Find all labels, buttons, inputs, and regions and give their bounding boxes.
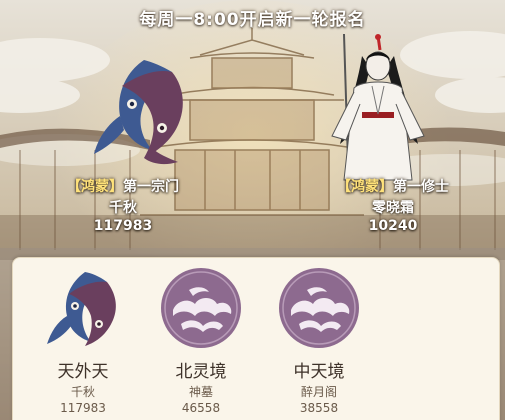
realm-leader: 醉月阁: [300, 385, 337, 399]
top-cultivator-champion[interactable]: 【鸿蒙】第一修士 零晓霜 10240: [318, 178, 468, 235]
realm-ranking-panel: 天外天 千秋 117983 北灵境 神墓 46558 中天境 醉月阁 38558: [12, 257, 500, 420]
rank-title: 第一修士: [393, 179, 449, 195]
realm-leader: 神墓: [188, 385, 213, 399]
realm-score: 117983: [60, 401, 106, 415]
top-sect-score: 117983: [93, 218, 153, 234]
realm-leader: 千秋: [70, 385, 95, 399]
realm-name: 天外天: [57, 362, 109, 382]
top-sect-champion[interactable]: 【鸿蒙】第一宗门 千秋 117983: [48, 178, 198, 235]
top-cultivator-score: 10240: [368, 218, 418, 234]
realm-score: 38558: [299, 401, 339, 415]
registration-notice: 每周一8:00开启新一轮报名: [139, 9, 366, 30]
realm-card[interactable]: 北灵境 神墓 46558: [151, 266, 251, 415]
cloud-seal-icon: [279, 268, 359, 348]
top-cultivator-title: 【鸿蒙】第一修士: [318, 178, 468, 196]
cloud-seal-icon: [161, 268, 241, 348]
realm-score: 46558: [181, 401, 221, 415]
cultivator-portrait: [331, 33, 425, 181]
top-sect-title: 【鸿蒙】第一宗门: [48, 178, 198, 196]
realm-name: 北灵境: [175, 362, 227, 382]
koi-fish-icon: [94, 60, 183, 165]
realm-name: 中天境: [293, 362, 345, 382]
tournament-screen: 每周一8:00开启新一轮报名 【鸿蒙】第一宗门 千秋 117983 【鸿蒙】第一…: [0, 0, 505, 420]
registration-banner: 每周一8:00开启新一轮报名: [0, 0, 505, 34]
rank-title: 第一宗门: [123, 179, 179, 195]
server-tag: 【鸿蒙】: [67, 179, 123, 195]
realm-card[interactable]: 中天境 醉月阁 38558: [269, 266, 369, 415]
top-sect-name: 千秋: [109, 200, 137, 216]
server-tag: 【鸿蒙】: [337, 179, 393, 195]
realm-card[interactable]: 天外天 千秋 117983: [33, 266, 133, 415]
koi-fish-icon: [47, 272, 116, 346]
top-cultivator-name: 零晓霜: [372, 200, 414, 216]
